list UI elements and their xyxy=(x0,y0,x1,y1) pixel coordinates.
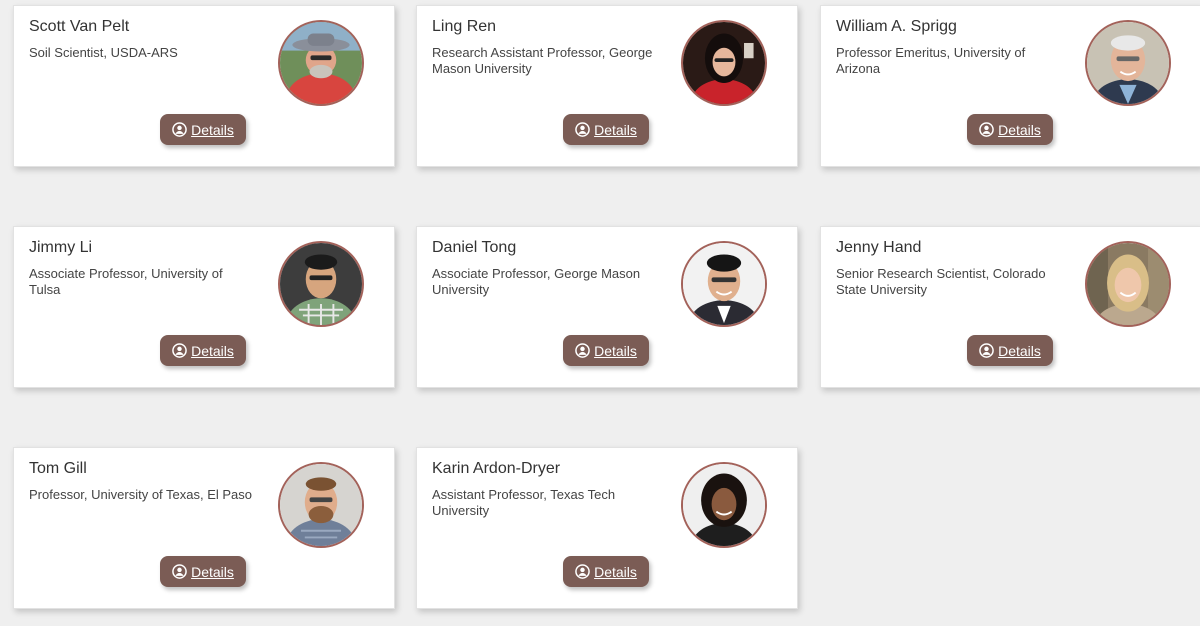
person-card: Tom Gill Professor, University of Texas,… xyxy=(13,447,395,609)
person-name: William A. Sprigg xyxy=(836,18,957,35)
details-button[interactable]: Details xyxy=(160,556,246,587)
person-name: Karin Ardon-Dryer xyxy=(432,460,561,477)
details-button[interactable]: Details xyxy=(160,114,246,145)
person-card: Jimmy Li Associate Professor, University… xyxy=(13,226,395,388)
details-button-label: Details xyxy=(594,342,637,359)
person-card: Scott Van Pelt Soil Scientist, USDA-ARS … xyxy=(13,5,395,167)
person-photo xyxy=(278,20,364,106)
person-card: Daniel Tong Associate Professor, George … xyxy=(416,226,798,388)
details-button-label: Details xyxy=(191,563,234,580)
user-circle-icon xyxy=(979,122,994,137)
person-photo xyxy=(278,462,364,548)
person-title: Soil Scientist, USDA-ARS xyxy=(29,45,178,60)
details-button-label: Details xyxy=(998,121,1041,138)
details-button[interactable]: Details xyxy=(967,114,1053,145)
person-name: Scott Van Pelt xyxy=(29,18,130,35)
person-photo xyxy=(681,241,767,327)
person-title: Professor Emeritus, University of Arizon… xyxy=(836,45,1026,76)
person-name: Daniel Tong xyxy=(432,239,517,256)
person-card: Karin Ardon-Dryer Assistant Professor, T… xyxy=(416,447,798,609)
user-circle-icon xyxy=(979,343,994,358)
user-circle-icon xyxy=(172,564,187,579)
details-button[interactable]: Details xyxy=(967,335,1053,366)
person-title: Professor, University of Texas, El Paso xyxy=(29,487,253,502)
person-title: Assistant Professor, Texas Tech Universi… xyxy=(432,487,616,518)
details-button-label: Details xyxy=(998,342,1041,359)
person-name: Jimmy Li xyxy=(29,239,93,256)
user-circle-icon xyxy=(575,564,590,579)
person-title: Associate Professor, University of Tulsa xyxy=(29,266,223,297)
person-name: Tom Gill xyxy=(29,460,87,477)
user-circle-icon xyxy=(575,122,590,137)
details-button[interactable]: Details xyxy=(563,114,649,145)
user-circle-icon xyxy=(575,343,590,358)
person-name: Ling Ren xyxy=(432,18,497,35)
details-button-label: Details xyxy=(594,121,637,138)
details-button[interactable]: Details xyxy=(563,556,649,587)
person-title: Senior Research Scientist, Colorado Stat… xyxy=(836,266,1046,297)
details-button[interactable]: Details xyxy=(160,335,246,366)
details-button-label: Details xyxy=(594,563,637,580)
user-circle-icon xyxy=(172,122,187,137)
person-card: William A. Sprigg Professor Emeritus, Un… xyxy=(820,5,1200,167)
details-button[interactable]: Details xyxy=(563,335,649,366)
person-card: Jenny Hand Senior Research Scientist, Co… xyxy=(820,226,1200,388)
person-photo xyxy=(681,462,767,548)
person-photo xyxy=(681,20,767,106)
details-button-label: Details xyxy=(191,342,234,359)
user-circle-icon xyxy=(172,343,187,358)
person-card: Ling Ren Research Assistant Professor, G… xyxy=(416,5,798,167)
person-title: Research Assistant Professor, George Mas… xyxy=(432,45,653,76)
person-title: Associate Professor, George Mason Univer… xyxy=(432,266,641,297)
person-photo xyxy=(1085,241,1171,327)
details-button-label: Details xyxy=(191,121,234,138)
person-name: Jenny Hand xyxy=(836,239,922,256)
person-photo xyxy=(1085,20,1171,106)
person-photo xyxy=(278,241,364,327)
people-grid: Scott Van Pelt Soil Scientist, USDA-ARS … xyxy=(0,0,1200,626)
